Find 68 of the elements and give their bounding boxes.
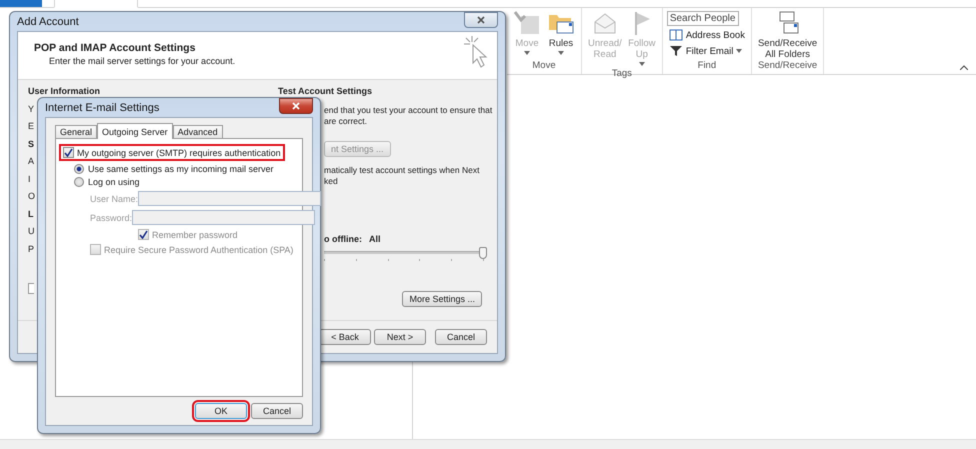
body-text: are correct. <box>324 116 367 126</box>
dialog-button[interactable]: Cancel <box>251 403 303 419</box>
checkbox-label: ked <box>324 176 338 186</box>
body-text: end that you test your account to ensure that <box>324 105 492 116</box>
group-label: Tags <box>612 68 632 81</box>
filter-icon <box>668 45 683 57</box>
caret-icon <box>638 62 645 66</box>
slider-tick <box>324 259 325 261</box>
field-label: A <box>28 156 34 167</box>
field-label: o offline: <box>324 234 362 244</box>
radio-label: Use same settings as my incoming mail server <box>88 164 274 174</box>
section-heading: Test Account Settings <box>278 86 374 97</box>
dialog-button[interactable]: Cancel <box>435 329 487 345</box>
ribbon-button[interactable]: Rules <box>545 10 577 60</box>
dialog-button[interactable]: Next > <box>374 329 426 345</box>
page-title: POP and IMAP Account Settings <box>34 42 196 54</box>
window-title: Add Account <box>17 15 79 28</box>
caret-icon <box>736 49 742 53</box>
group-label: Move <box>532 60 556 73</box>
checkbox[interactable] <box>28 282 34 294</box>
checkbox-label: matically test account settings when Next <box>324 165 480 176</box>
field-label: Y <box>28 104 34 114</box>
field-label: S <box>28 138 34 150</box>
field-label: User Name: <box>90 194 138 204</box>
dialog-button[interactable]: OK <box>195 403 247 419</box>
checkbox[interactable] <box>63 147 74 158</box>
slider-tick <box>451 259 452 261</box>
dialog-button[interactable]: < Back <box>319 329 371 345</box>
book-icon <box>668 29 683 41</box>
slider-tick <box>356 259 357 261</box>
checkbox-label: Require Secure Password Authentication (SPA) <box>104 244 294 254</box>
tab[interactable]: General <box>55 125 98 138</box>
close-button[interactable] <box>464 12 498 28</box>
caret-icon <box>524 51 530 55</box>
window-title: Internet E-mail Settings <box>45 101 160 114</box>
field-label: O <box>28 191 36 202</box>
close-icon <box>292 102 300 110</box>
group-label: Send/Receive <box>758 60 818 73</box>
field-label: E <box>28 121 34 132</box>
close-button[interactable] <box>279 98 313 114</box>
caret-icon <box>558 51 564 55</box>
section-heading: User Information <box>28 86 102 97</box>
radio-label: Log on using <box>88 177 140 187</box>
ribbon-button[interactable]: Address Book <box>666 28 747 42</box>
field-label: Password: <box>90 212 132 222</box>
tab[interactable]: Outgoing Server <box>97 123 173 139</box>
field-label: P <box>28 244 34 254</box>
slider-tick <box>482 259 484 261</box>
slider-thumb[interactable] <box>479 247 487 259</box>
search-field[interactable]: Search People <box>666 11 739 26</box>
group-label: Find <box>698 60 716 73</box>
radio-button[interactable] <box>74 177 84 187</box>
close-icon <box>477 16 485 24</box>
tab[interactable]: Advanced <box>172 125 223 138</box>
field-label: L <box>28 208 34 220</box>
more-settings-button[interactable]: More Settings ... <box>402 291 482 307</box>
ribbon-button[interactable]: Send/Receive All Folders <box>756 10 820 60</box>
checkbox-label: Remember password <box>152 230 238 240</box>
slider[interactable] <box>324 247 484 257</box>
cursor-click-icon <box>463 35 489 69</box>
page-subtitle: Enter the mail server settings for your account. <box>48 56 236 66</box>
radio-button[interactable] <box>74 164 84 174</box>
field-label: I <box>28 174 31 184</box>
slider-value: All <box>369 234 381 244</box>
collapse-ribbon-icon[interactable] <box>960 65 968 70</box>
checkbox-label: My outgoing server (SMTP) requires authentication <box>77 148 281 158</box>
field-label: U <box>28 226 34 237</box>
ribbon-button[interactable]: Filter Email <box>666 44 747 58</box>
